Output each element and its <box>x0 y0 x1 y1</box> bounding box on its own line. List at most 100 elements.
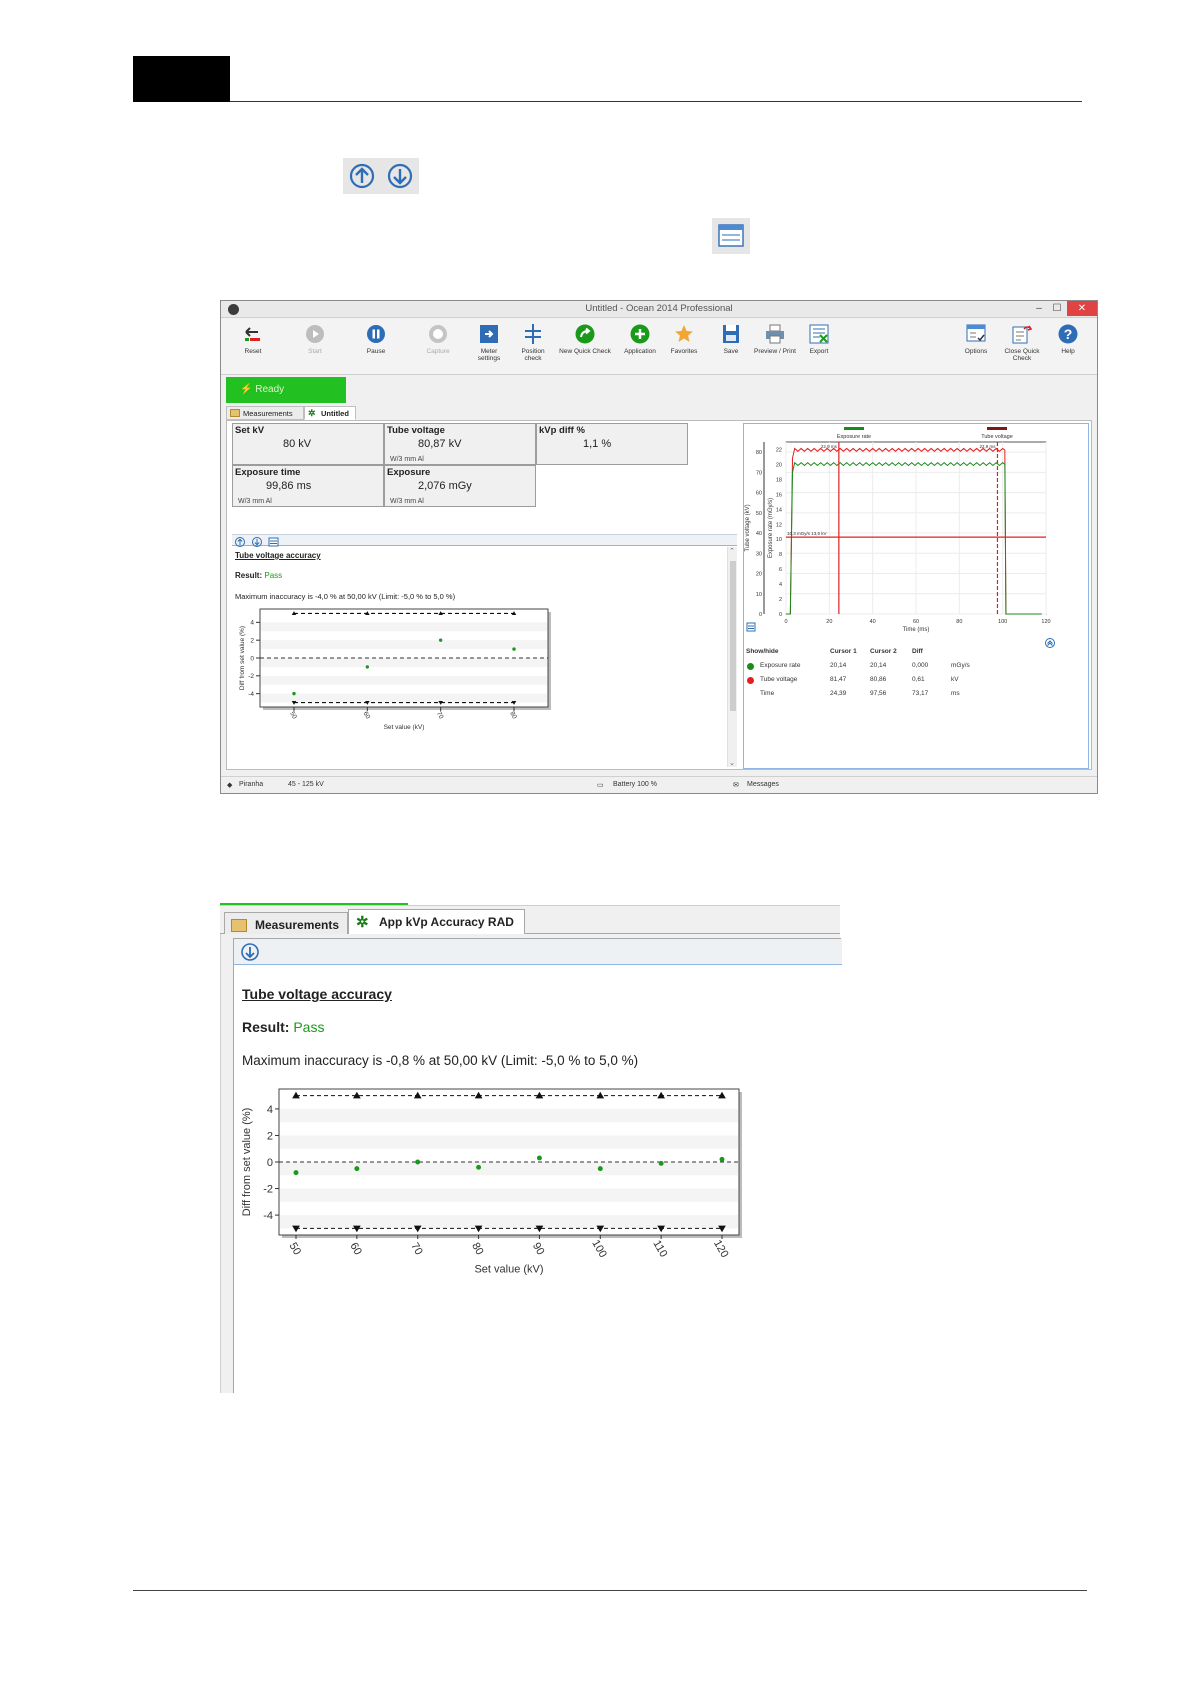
save-icon <box>723 325 739 343</box>
y-tick-label: 4 <box>267 1104 273 1116</box>
move-down-icon[interactable] <box>239 941 261 963</box>
tab-measurements-large-label: Measurements <box>255 918 340 932</box>
show-hide-toggle[interactable] <box>747 663 754 670</box>
accuracy-chart-large: -4 -2 0 2 4 50 60 70 80 90 100 110 120 Diff from set … <box>241 1088 742 1275</box>
kv-tick-label: 60 <box>756 491 762 497</box>
position-check-label: Position check <box>521 348 545 362</box>
kv-tick-label: 30 <box>756 551 762 557</box>
tab-measurements[interactable]: Measurements <box>226 406 304 420</box>
reset-label: Reset <box>244 348 262 355</box>
x-tick-label: 60 <box>347 1241 364 1258</box>
tab-app-kvp-accuracy[interactable]: ✲ App kVp Accuracy RAD <box>348 909 525 936</box>
meter-settings-button[interactable]: Meter settings <box>469 323 509 362</box>
cursor-cell-diff: 0,61 <box>912 676 925 683</box>
y-tick-label: -2 <box>248 673 254 680</box>
kv-tick-label: 20 <box>756 572 762 578</box>
reset-button[interactable]: Reset <box>233 323 273 355</box>
favorites-button[interactable]: Favorites <box>663 323 705 355</box>
scroll-up-icon[interactable]: ⌃ <box>729 547 735 555</box>
options-button[interactable]: Options <box>959 323 993 355</box>
chart-options-icon[interactable] <box>746 622 756 632</box>
cursor-cell-c1: 81,47 <box>830 676 847 683</box>
options-icon <box>966 324 986 342</box>
close-quick-check-label: Close Quick Check <box>1004 348 1040 362</box>
capture-button[interactable]: Capture <box>418 323 458 355</box>
preview-print-button[interactable]: Preview / Print <box>753 323 797 355</box>
tab-app-kvp-accuracy-label: App kVp Accuracy RAD <box>379 915 514 929</box>
set-kv-value: 80 kV <box>283 438 312 450</box>
header-cursor1: Cursor 1 <box>830 648 857 655</box>
star-icon <box>675 325 693 342</box>
position-check-button[interactable]: Position check <box>513 323 553 362</box>
export-button[interactable]: Export <box>799 323 839 355</box>
tab-untitled[interactable]: ✲ Untitled <box>304 406 356 420</box>
exposure-time-value: 99,86 ms <box>266 480 312 492</box>
x-tick-label: 80 <box>469 1241 486 1258</box>
tube-voltage-filter: W/3 mm Al <box>390 456 424 463</box>
messages-icon[interactable]: ✉ <box>733 781 739 789</box>
time-tick-label: 0 <box>784 619 787 625</box>
cursor-cell-c2: 97,56 <box>870 690 887 697</box>
svg-text:?: ? <box>1064 326 1073 342</box>
x-tick-label: 100 <box>589 1238 609 1260</box>
x-tick-label: 50 <box>287 1241 304 1258</box>
legend-exposure-rate: Exposure rate <box>837 434 871 440</box>
close-quick-check-button[interactable]: Close Quick Check <box>999 323 1045 362</box>
legend-tube-voltage: Tube voltage <box>981 434 1013 440</box>
collapse-icon[interactable] <box>1044 637 1056 649</box>
rate-tick-label: 22 <box>776 447 782 453</box>
help-button[interactable]: ? Help <box>1053 323 1083 355</box>
cursor-cell-c1: 24,39 <box>830 690 847 697</box>
tube-voltage-value: 80,87 kV <box>418 438 462 450</box>
help-icon: ? <box>1058 324 1078 344</box>
scroll-down-icon[interactable]: ⌄ <box>729 759 735 767</box>
grid-band <box>280 1162 738 1176</box>
rate-tick-label: 10 <box>776 537 782 543</box>
show-hide-toggle[interactable] <box>747 677 754 684</box>
pause-button[interactable]: Pause <box>356 323 396 355</box>
minimize-button[interactable]: – <box>1031 301 1047 316</box>
grid-band <box>261 693 547 703</box>
time-tick-label: 120 <box>1041 619 1050 625</box>
start-button[interactable]: Start <box>295 323 335 355</box>
rate-tick-label: 14 <box>776 507 782 513</box>
application-label: Application <box>624 348 656 355</box>
play-icon <box>306 325 324 343</box>
cursor-cell-diff: 73,17 <box>912 690 929 697</box>
list-view-icon <box>712 218 750 254</box>
new-quick-check-icon <box>575 324 595 344</box>
ribbon-toolbar: Reset Start Pause Capture Meter settings… <box>221 319 1097 375</box>
device-name: Piranha <box>239 781 264 788</box>
save-button[interactable]: Save <box>713 323 749 355</box>
header-block <box>133 56 230 102</box>
grid-band <box>280 1135 738 1149</box>
report-scrollbar[interactable]: ⌃ ⌄ <box>727 547 737 767</box>
data-point <box>597 1166 603 1172</box>
y-tick-label: 2 <box>250 637 254 644</box>
header-rule <box>230 101 1082 102</box>
cursor-cell-c1: 20,14 <box>830 662 847 669</box>
messages-link[interactable]: Messages <box>747 781 779 788</box>
x-axis-title: Set value (kV) <box>474 1263 543 1275</box>
app-report-body: Tube voltage accuracy Result: Pass Maxim… <box>220 934 842 1393</box>
x-axis-title: Set value (kV) <box>384 724 425 731</box>
data-point <box>365 665 370 669</box>
tab-measurements-large[interactable]: Measurements <box>224 912 348 935</box>
new-quick-check-button[interactable]: New Quick Check <box>555 323 615 355</box>
header-show-hide: Show/hide <box>746 648 779 655</box>
scroll-thumb[interactable] <box>730 561 736 711</box>
rate-tick-label: 4 <box>779 582 782 588</box>
printer-icon <box>766 324 784 344</box>
rate-tick-label: 18 <box>776 477 782 483</box>
quick-check-icon: ✲ <box>308 408 316 418</box>
grid-band <box>280 1215 738 1229</box>
kv-tick-label: 0 <box>759 612 762 618</box>
maximize-button[interactable]: ☐ <box>1049 301 1065 316</box>
quick-check-icon: ✲ <box>356 914 369 931</box>
kvp-diff-box: kVp diff % 1,1 % <box>536 423 688 465</box>
close-button[interactable]: ✕ <box>1067 301 1097 316</box>
new-quick-check-label: New Quick Check <box>559 348 611 355</box>
save-label: Save <box>723 348 739 355</box>
application-button[interactable]: Application <box>618 323 662 355</box>
time-tick-label: 60 <box>913 619 919 625</box>
